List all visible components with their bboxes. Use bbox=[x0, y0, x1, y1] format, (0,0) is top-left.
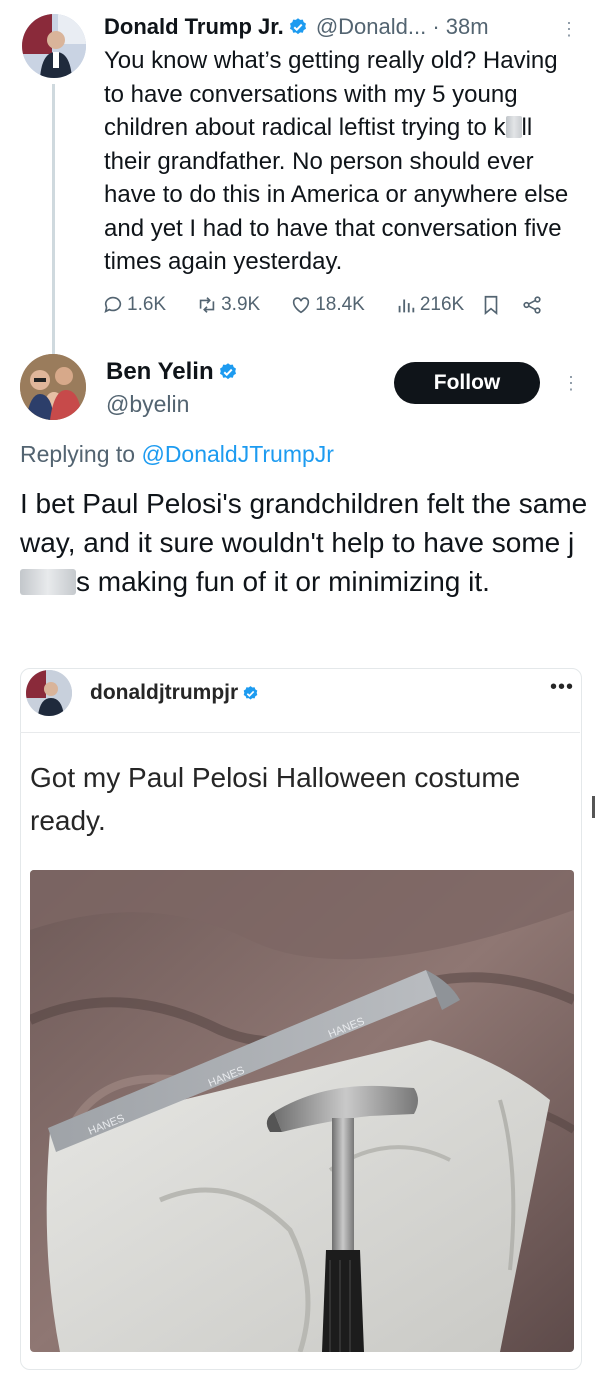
replying-to-prefix: Replying to bbox=[20, 441, 136, 467]
tweet1-action-bar: 1.6K 3.9K 18.4K 216K bbox=[102, 290, 572, 320]
card-divider bbox=[20, 732, 580, 733]
reply-button[interactable]: 1.6K bbox=[102, 294, 166, 316]
embedded-post-avatar[interactable] bbox=[26, 670, 72, 716]
like-button[interactable]: 18.4K bbox=[290, 294, 365, 316]
views-icon bbox=[398, 299, 415, 313]
avatar-donald-trump-jr[interactable] bbox=[22, 14, 86, 78]
tweet2-author-handle[interactable]: @byelin bbox=[106, 389, 189, 419]
avatar-image bbox=[26, 670, 72, 716]
views-button[interactable]: 216K bbox=[395, 294, 464, 316]
thread-connector-line bbox=[52, 84, 55, 354]
avatar-image bbox=[22, 14, 86, 78]
share-button[interactable] bbox=[521, 294, 546, 316]
tweet1-text-part1: You know what’s getting really old? Havi… bbox=[104, 47, 558, 141]
view-count: 216K bbox=[419, 294, 465, 315]
repost-count: 3.9K bbox=[221, 294, 261, 315]
follow-button[interactable]: Follow bbox=[394, 362, 540, 404]
tweet1-header: Donald Trump Jr. @Donald... · 38m bbox=[104, 10, 594, 44]
verified-badge-icon bbox=[219, 363, 236, 380]
tweet2-text: I bet Paul Pelosi's grandchildren felt t… bbox=[20, 484, 590, 601]
more-icon[interactable]: ⋮ bbox=[562, 368, 580, 398]
verified-badge-icon bbox=[289, 18, 306, 35]
embedded-post-username[interactable]: donaldjtrumpjr bbox=[90, 681, 238, 704]
tweet2-text-part2: s making fun of it or minimizing it. bbox=[76, 566, 490, 597]
repost-button[interactable]: 3.9K bbox=[196, 294, 260, 316]
embedded-post-caption: Got my Paul Pelosi Halloween costume rea… bbox=[30, 762, 521, 836]
embedded-post-photo[interactable]: HANES HANES HANES bbox=[30, 870, 574, 1352]
redaction-blur bbox=[505, 116, 522, 138]
reply-icon bbox=[104, 296, 122, 313]
redaction-blur bbox=[20, 569, 76, 595]
avatar-image bbox=[20, 354, 86, 420]
like-icon bbox=[293, 297, 310, 314]
tweet1-author-handle[interactable]: @Donald... bbox=[316, 14, 426, 39]
tweet2-author-name-row[interactable]: Ben Yelin bbox=[106, 357, 240, 387]
tweet1-text: You know what’s getting really old? Havi… bbox=[104, 44, 584, 279]
bookmark-button[interactable] bbox=[480, 294, 505, 316]
replying-to-handle-link[interactable]: @DonaldJTrumpJr bbox=[141, 441, 334, 467]
reply-count: 1.6K bbox=[127, 294, 167, 315]
more-options-icon[interactable]: ••• bbox=[550, 672, 574, 702]
tweet2-author-name[interactable]: Ben Yelin bbox=[106, 358, 214, 385]
replying-to-line: Replying to @DonaldJTrumpJr bbox=[20, 438, 334, 470]
avatar-ben-yelin[interactable] bbox=[20, 354, 86, 420]
scroll-indicator bbox=[592, 796, 595, 818]
tweet1-timestamp[interactable]: · 38m bbox=[432, 14, 488, 39]
repost-icon bbox=[199, 297, 215, 313]
more-icon[interactable]: ⋮ bbox=[560, 14, 578, 44]
tweet2-text-part1: I bet Paul Pelosi's grandchildren felt t… bbox=[20, 488, 588, 558]
tweet1-author-name[interactable]: Donald Trump Jr. bbox=[104, 14, 284, 39]
verified-badge-icon bbox=[243, 686, 258, 700]
bookmark-icon bbox=[484, 295, 498, 316]
like-count: 18.4K bbox=[315, 294, 365, 315]
photo-underwear-and-hammer: HANES HANES HANES bbox=[30, 870, 574, 1352]
embedded-post-username-row[interactable]: donaldjtrumpjr bbox=[90, 678, 261, 708]
share-icon bbox=[523, 296, 541, 314]
